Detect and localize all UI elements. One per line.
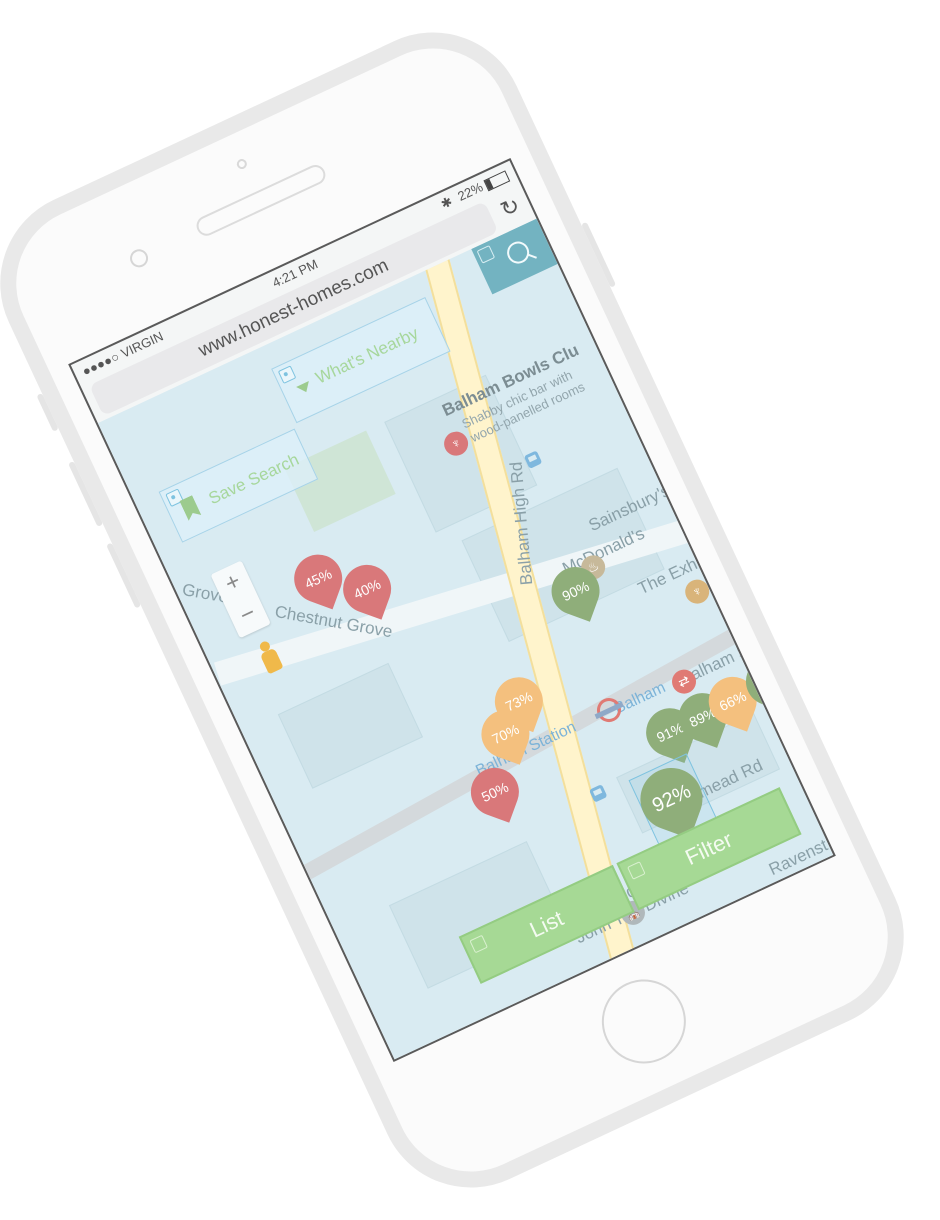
pin-label: 92% (648, 780, 694, 817)
whats-nearby-label: What's Nearby (312, 323, 422, 388)
search-icon (503, 237, 533, 268)
pin-label: 40% (351, 575, 384, 603)
element-tag-icon (627, 861, 646, 880)
search-icon-handle (526, 253, 537, 259)
chevron-down-icon (296, 381, 313, 396)
pin-label: 66% (716, 687, 749, 715)
pin-label: 50% (478, 778, 511, 806)
pin-label: 70% (489, 720, 522, 748)
map-block (277, 662, 424, 789)
save-search-button[interactable]: Save Search (158, 428, 319, 543)
list-label: List (525, 905, 568, 943)
pin-label: 90% (559, 577, 592, 605)
reload-icon[interactable]: ↻ (496, 192, 524, 223)
element-tag-icon (277, 365, 297, 384)
phone-frame: ●●●●○ VIRGIN 4:21 PM ✱ 22% www.honest-ho… (0, 2, 934, 1218)
property-pin[interactable]: 45% (287, 547, 349, 610)
filter-label: Filter (681, 826, 737, 870)
save-search-label: Save Search (205, 449, 302, 509)
element-tag-icon (469, 934, 488, 954)
element-tag-icon (476, 245, 496, 264)
pin-label: 45% (302, 565, 335, 592)
